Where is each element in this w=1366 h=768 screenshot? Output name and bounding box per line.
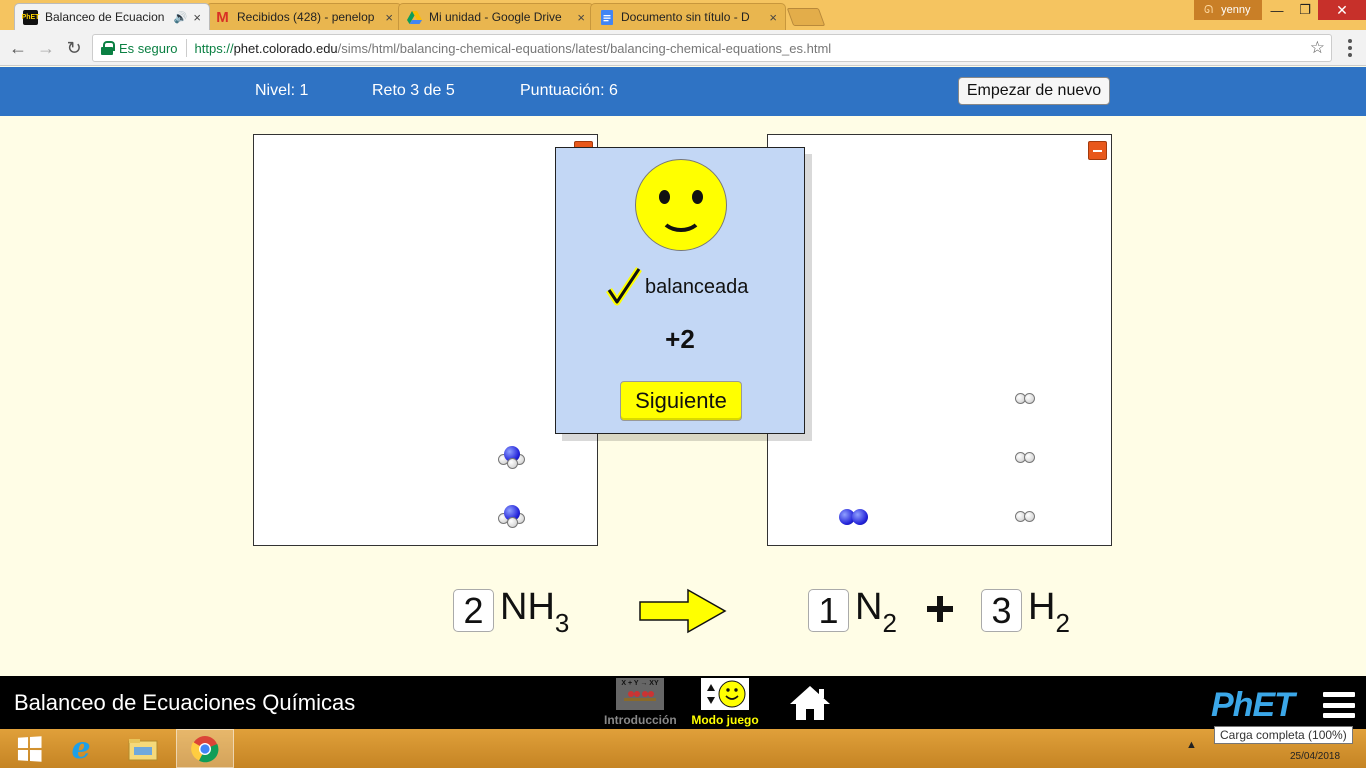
phet-icon: PhET bbox=[22, 9, 39, 25]
formula-subscript: 3 bbox=[554, 607, 570, 638]
hydrogen-atom bbox=[507, 458, 518, 469]
taskbar-date[interactable]: 25/04/2018 bbox=[1290, 751, 1340, 762]
browser-toolbar: ← → ↻ Es seguro https:// phet.colorado.e… bbox=[0, 30, 1366, 66]
home-icon[interactable] bbox=[788, 684, 832, 722]
coefficient-h2[interactable]: 3 bbox=[981, 589, 1022, 632]
profile-name: yenny bbox=[1221, 4, 1251, 16]
secure-label: Es seguro bbox=[119, 40, 178, 56]
game-screen-icon bbox=[701, 678, 749, 710]
coefficient-n2[interactable]: 1 bbox=[808, 589, 849, 632]
screen-button-game[interactable]: Modo juego bbox=[689, 678, 761, 728]
plus-sign-icon bbox=[927, 596, 953, 622]
windows-taskbar: e ▲ 25/04/2018 bbox=[0, 729, 1366, 768]
game-status-bar: Nivel: 1 Reto 3 de 5 Puntuación: 6 Empez… bbox=[0, 67, 1366, 116]
minimize-button[interactable]: — bbox=[1262, 0, 1292, 20]
reaction-arrow-icon bbox=[639, 588, 727, 634]
nh3-molecule bbox=[498, 446, 528, 472]
formula-n2: N2 bbox=[855, 586, 897, 638]
hydrogen-atom bbox=[1024, 511, 1035, 522]
close-tab-icon[interactable]: × bbox=[385, 10, 393, 25]
level-label: Nivel: 1 bbox=[255, 82, 309, 99]
formula-h2: H2 bbox=[1028, 586, 1070, 638]
next-button[interactable]: Siguiente bbox=[620, 381, 742, 421]
coefficient-nh3[interactable]: 2 bbox=[453, 589, 494, 632]
tab-docs[interactable]: Documento sin título - D × bbox=[590, 3, 786, 30]
gmail-icon: M bbox=[216, 8, 229, 26]
hydrogen-atom bbox=[507, 517, 518, 528]
sim-title: Balanceo de Ecuaciones Químicas bbox=[14, 690, 356, 715]
nitrogen-atom bbox=[852, 509, 868, 525]
restart-button[interactable]: Empezar de nuevo bbox=[958, 77, 1110, 105]
new-tab-button[interactable] bbox=[786, 8, 826, 26]
tab-phet[interactable]: PhET Balanceo de Ecuacion 🔊 × bbox=[14, 3, 210, 30]
internet-explorer-icon[interactable]: e bbox=[52, 729, 110, 768]
tab-drive[interactable]: Mi unidad - Google Drive × bbox=[398, 3, 594, 30]
back-arrow-icon[interactable]: ← bbox=[6, 36, 30, 60]
close-window-button[interactable]: ✕ bbox=[1318, 0, 1366, 20]
restore-button[interactable]: ❐ bbox=[1290, 0, 1320, 20]
url-scheme: https:// bbox=[194, 40, 234, 56]
screen-button-intro[interactable]: X + Y → XY Introducción bbox=[604, 678, 677, 728]
formula-nh3: NH3 bbox=[500, 586, 570, 638]
hydrogen-atom bbox=[1024, 393, 1035, 404]
google-docs-icon bbox=[599, 9, 614, 25]
formula-subscript: 2 bbox=[1055, 607, 1070, 638]
phet-logo[interactable]: PhET bbox=[1211, 686, 1295, 725]
formula-symbol: NH bbox=[500, 586, 555, 628]
formula-symbol: H bbox=[1028, 586, 1056, 628]
tab-title: Balanceo de Ecuacion bbox=[45, 10, 165, 24]
nh3-molecule bbox=[498, 505, 528, 531]
reload-icon[interactable]: ↻ bbox=[62, 36, 86, 60]
h2-molecule bbox=[1015, 511, 1037, 523]
google-drive-icon bbox=[407, 10, 422, 25]
profile-button[interactable]: ᘏ yenny bbox=[1194, 0, 1262, 20]
hamburger-menu-icon[interactable] bbox=[1323, 692, 1355, 718]
tab-title: Recibidos (428) - penelop bbox=[237, 10, 375, 24]
formula-subscript: 2 bbox=[882, 607, 897, 638]
speaker-icon[interactable]: 🔊 bbox=[174, 11, 188, 24]
start-button[interactable] bbox=[0, 729, 58, 768]
tab-gmail[interactable]: M Recibidos (428) - penelop × bbox=[206, 3, 402, 30]
url-path: /sims/html/balancing-chemical-equations/… bbox=[337, 40, 832, 56]
url-host: phet.colorado.edu bbox=[233, 40, 338, 56]
profile-icon: ᘏ bbox=[1204, 3, 1214, 16]
h2-molecule bbox=[1015, 393, 1037, 405]
battery-tooltip: Carga completa (100%) bbox=[1214, 726, 1353, 744]
address-bar[interactable]: Es seguro https:// phet.colorado.edu /si… bbox=[92, 34, 1332, 62]
close-tab-icon[interactable]: × bbox=[769, 10, 777, 25]
smiley-mouth bbox=[659, 198, 703, 232]
balanced-status: balanceada bbox=[645, 276, 749, 298]
browser-tab-strip: PhET Balanceo de Ecuacion 🔊 × M Recibido… bbox=[0, 0, 1366, 30]
h2-molecule bbox=[1015, 452, 1037, 464]
points-earned: +2 bbox=[665, 324, 695, 354]
collapse-products-button[interactable] bbox=[1088, 141, 1107, 160]
formula-symbol: N bbox=[855, 586, 883, 628]
smiley-face-icon bbox=[635, 159, 727, 251]
intro-icon-text: X + Y → XY bbox=[621, 680, 659, 687]
products-box bbox=[767, 134, 1112, 546]
challenge-label: Reto 3 de 5 bbox=[372, 82, 455, 99]
forward-arrow-icon[interactable]: → bbox=[34, 36, 58, 60]
chrome-taskbar-icon[interactable] bbox=[176, 729, 234, 768]
feedback-panel: balanceada +2 Siguiente bbox=[555, 147, 805, 434]
separator bbox=[185, 39, 187, 57]
hydrogen-atom bbox=[1024, 452, 1035, 463]
checkmark-icon bbox=[606, 267, 642, 306]
tab-title: Mi unidad - Google Drive bbox=[429, 10, 562, 24]
intro-screen-label: Introducción bbox=[604, 713, 677, 727]
score-label: Puntuación: 6 bbox=[520, 82, 618, 99]
n2-molecule bbox=[839, 509, 869, 525]
reactants-box bbox=[253, 134, 598, 546]
file-explorer-icon[interactable] bbox=[114, 729, 172, 768]
lock-icon bbox=[101, 41, 115, 55]
tray-expand-icon[interactable]: ▲ bbox=[1186, 739, 1197, 751]
bookmark-star-icon[interactable]: ☆ bbox=[1310, 38, 1325, 58]
phet-navigation-bar: Balanceo de Ecuaciones Químicas X + Y → … bbox=[0, 676, 1366, 729]
close-tab-icon[interactable]: × bbox=[577, 10, 585, 25]
windows-logo-icon bbox=[17, 735, 42, 762]
close-tab-icon[interactable]: × bbox=[193, 10, 201, 25]
game-screen-label: Modo juego bbox=[691, 713, 759, 727]
tab-title: Documento sin título - D bbox=[621, 10, 750, 24]
browser-menu-icon[interactable] bbox=[1340, 36, 1360, 60]
